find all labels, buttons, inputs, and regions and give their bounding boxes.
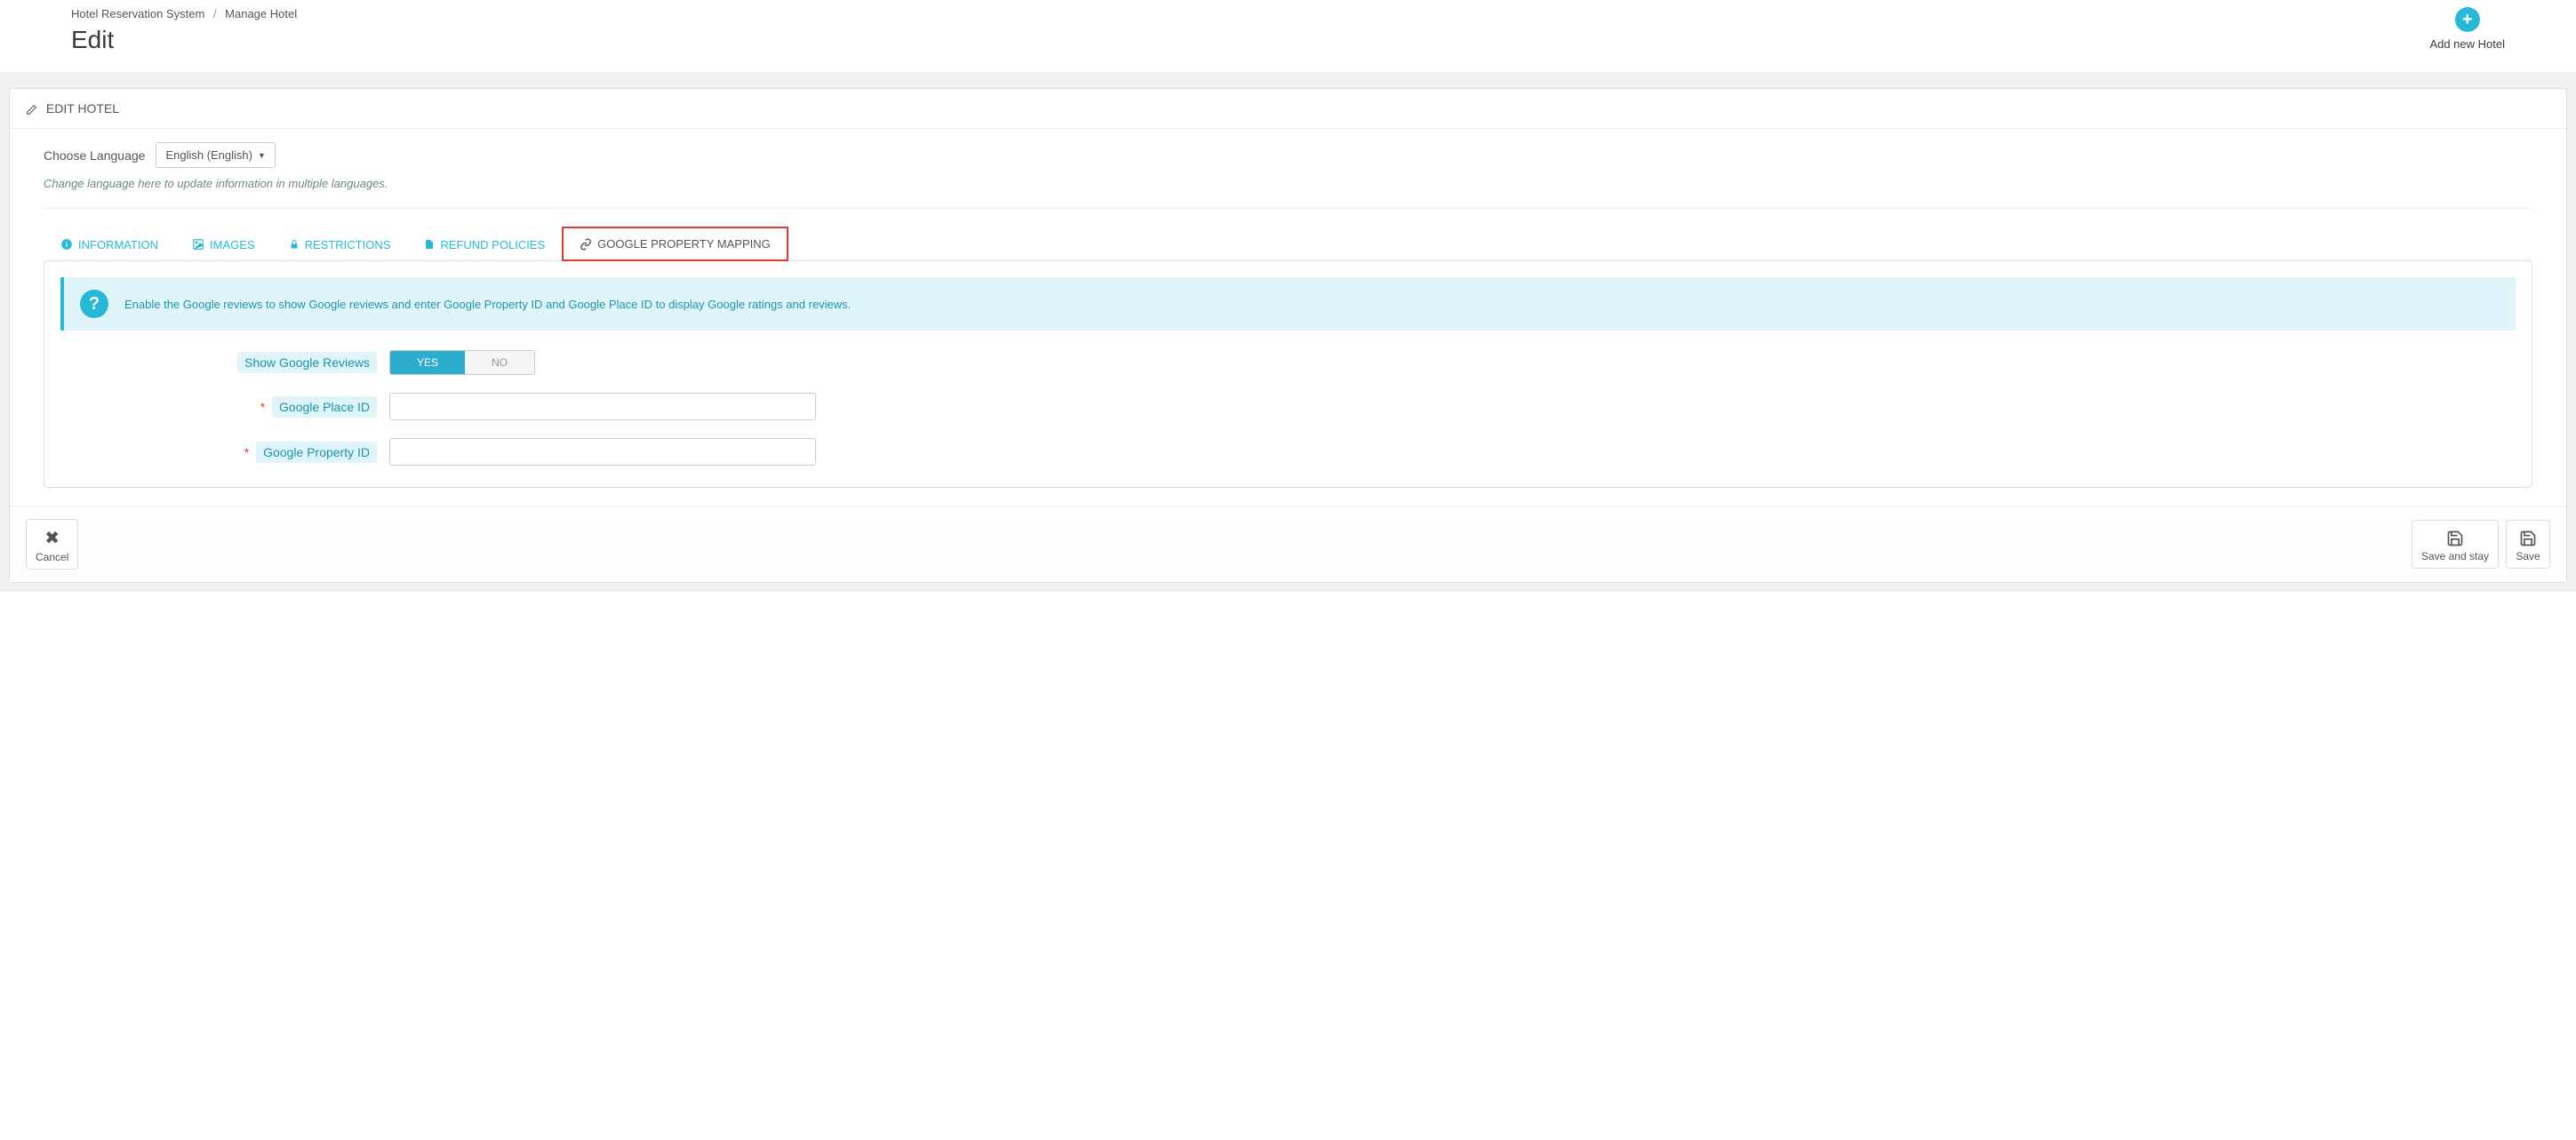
cancel-button[interactable]: ✖ Cancel	[26, 519, 78, 570]
show-reviews-label: Show Google Reviews	[237, 352, 377, 373]
language-row: Choose Language English (English) ▼	[44, 142, 2532, 168]
content-area: EDIT HOTEL Choose Language English (Engl…	[0, 72, 2576, 592]
lock-icon	[289, 238, 300, 251]
place-id-label: Google Place ID	[272, 396, 377, 418]
pencil-icon	[26, 101, 37, 116]
edit-hotel-panel: EDIT HOTEL Choose Language English (Engl…	[9, 88, 2567, 583]
question-circle-icon: ?	[80, 290, 108, 318]
language-help-text: Change language here to update informati…	[44, 177, 2532, 190]
panel-footer: ✖ Cancel Save and stay Save	[10, 506, 2566, 582]
save-button[interactable]: Save	[2506, 520, 2550, 569]
language-select[interactable]: English (English) ▼	[156, 142, 275, 168]
required-indicator: *	[260, 400, 265, 414]
property-id-label: Google Property ID	[256, 442, 377, 463]
panel-title: EDIT HOTEL	[46, 101, 119, 116]
tab-images[interactable]: IMAGES	[175, 227, 272, 261]
info-banner-text: Enable the Google reviews to show Google…	[124, 298, 851, 311]
page-header: Hotel Reservation System / Manage Hotel …	[0, 0, 2576, 72]
breadcrumb-root[interactable]: Hotel Reservation System	[71, 7, 204, 20]
google-property-id-input[interactable]	[389, 438, 816, 466]
tab-refund-policies[interactable]: REFUND POLICIES	[407, 227, 562, 261]
required-indicator: *	[244, 445, 249, 459]
plus-circle-icon: +	[2455, 7, 2480, 32]
google-place-id-input[interactable]	[389, 393, 816, 420]
breadcrumb: Hotel Reservation System / Manage Hotel	[71, 7, 297, 20]
close-icon: ✖	[36, 527, 68, 549]
page-title: Edit	[71, 26, 297, 54]
language-label: Choose Language	[44, 148, 145, 163]
info-banner: ? Enable the Google reviews to show Goog…	[60, 277, 2516, 331]
panel-heading: EDIT HOTEL	[10, 89, 2566, 129]
save-icon	[2421, 528, 2489, 548]
tab-information[interactable]: INFORMATION	[44, 227, 175, 261]
tab-restrictions[interactable]: RESTRICTIONS	[272, 227, 408, 261]
divider	[44, 208, 2532, 209]
tab-content: ? Enable the Google reviews to show Goog…	[44, 260, 2532, 488]
tab-google-property-mapping[interactable]: GOOGLE PROPERTY MAPPING	[562, 227, 788, 261]
save-and-stay-button[interactable]: Save and stay	[2412, 520, 2499, 569]
file-icon	[424, 238, 435, 251]
add-hotel-label: Add new Hotel	[2429, 37, 2505, 51]
info-icon	[60, 238, 73, 251]
place-id-row: * Google Place ID	[60, 393, 2516, 420]
image-icon	[192, 238, 204, 251]
property-id-row: * Google Property ID	[60, 438, 2516, 466]
link-icon	[580, 238, 592, 251]
language-selected: English (English)	[165, 148, 252, 162]
caret-down-icon: ▼	[258, 151, 266, 160]
add-new-hotel-button[interactable]: + Add new Hotel	[2429, 7, 2505, 51]
toggle-yes[interactable]: YES	[390, 351, 465, 374]
breadcrumb-current[interactable]: Manage Hotel	[225, 7, 297, 20]
save-icon	[2516, 528, 2540, 548]
show-reviews-toggle[interactable]: YES NO	[389, 350, 535, 375]
tabs: INFORMATION IMAGES RESTRICTIONS REFUND P…	[44, 227, 2532, 261]
show-reviews-row: Show Google Reviews YES NO	[60, 350, 2516, 375]
breadcrumb-separator: /	[213, 7, 217, 20]
toggle-no[interactable]: NO	[465, 351, 534, 374]
